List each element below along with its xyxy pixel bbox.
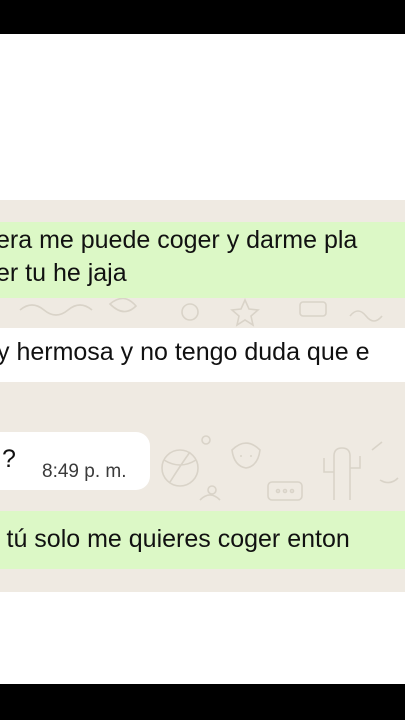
message-text: ? [2, 445, 16, 473]
doodle-wave [349, 310, 383, 322]
message-text-line: i tú solo me quieres coger enton [0, 525, 350, 553]
screenshot-frame: era me puede coger y darme pla er tu he … [0, 0, 405, 720]
incoming-message-bubble[interactable]: y hermosa y no tengo duda que e [0, 328, 405, 382]
outgoing-message-bubble[interactable]: i tú solo me quieres coger enton [0, 511, 405, 569]
bottom-letterbox-bar [0, 684, 405, 720]
message-timestamp: 8:49 p. m. [42, 461, 127, 482]
message-text-line: era me puede coger y darme pla [0, 226, 358, 254]
doodle-ball-line [163, 451, 197, 483]
doodle-leaf [108, 297, 138, 313]
top-letterbox-bar [0, 0, 405, 34]
message-text-line: y hermosa y no tengo duda que e [0, 338, 370, 366]
doodle-cactus [323, 447, 361, 500]
doodle-star [230, 298, 260, 327]
doodle-box [299, 301, 327, 317]
doodle-circle [181, 303, 199, 321]
doodle-face [231, 442, 261, 469]
outgoing-message-bubble[interactable]: era me puede coger y darme pla er tu he … [0, 222, 405, 298]
doodle-ball [161, 449, 199, 487]
message-text-line: er tu he jaja [0, 259, 127, 287]
doodle-phone [267, 481, 303, 501]
doodle-squiggle [19, 304, 93, 316]
incoming-message-bubble[interactable]: ? 8:49 p. m. [0, 432, 150, 490]
